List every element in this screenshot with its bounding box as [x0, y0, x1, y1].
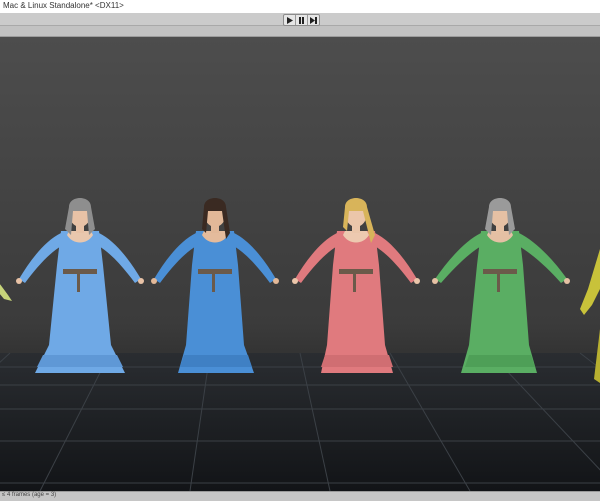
title-bar: Mac & Linux Standalone* <DX11> [0, 0, 600, 14]
pause-icon [299, 16, 304, 24]
character-partial-right [580, 249, 600, 383]
character-blue-dark-hair [151, 198, 279, 373]
step-icon [310, 16, 317, 24]
step-button[interactable] [308, 15, 319, 25]
status-text: ≤ 4 frames (age = 3) [2, 492, 57, 498]
view-tab-strip [0, 26, 600, 37]
play-controls [283, 14, 320, 26]
character-blue-gray-hair [16, 198, 144, 373]
play-button[interactable] [284, 15, 296, 25]
play-icon [287, 16, 293, 24]
toolbar [0, 13, 600, 26]
character-partial-left [0, 284, 12, 301]
game-viewport[interactable] [0, 37, 600, 491]
window-title: Mac & Linux Standalone* <DX11> [3, 1, 124, 10]
character-green-gray-hair [432, 198, 570, 373]
pause-button[interactable] [296, 15, 308, 25]
character-pink-blonde-hair [292, 198, 420, 373]
